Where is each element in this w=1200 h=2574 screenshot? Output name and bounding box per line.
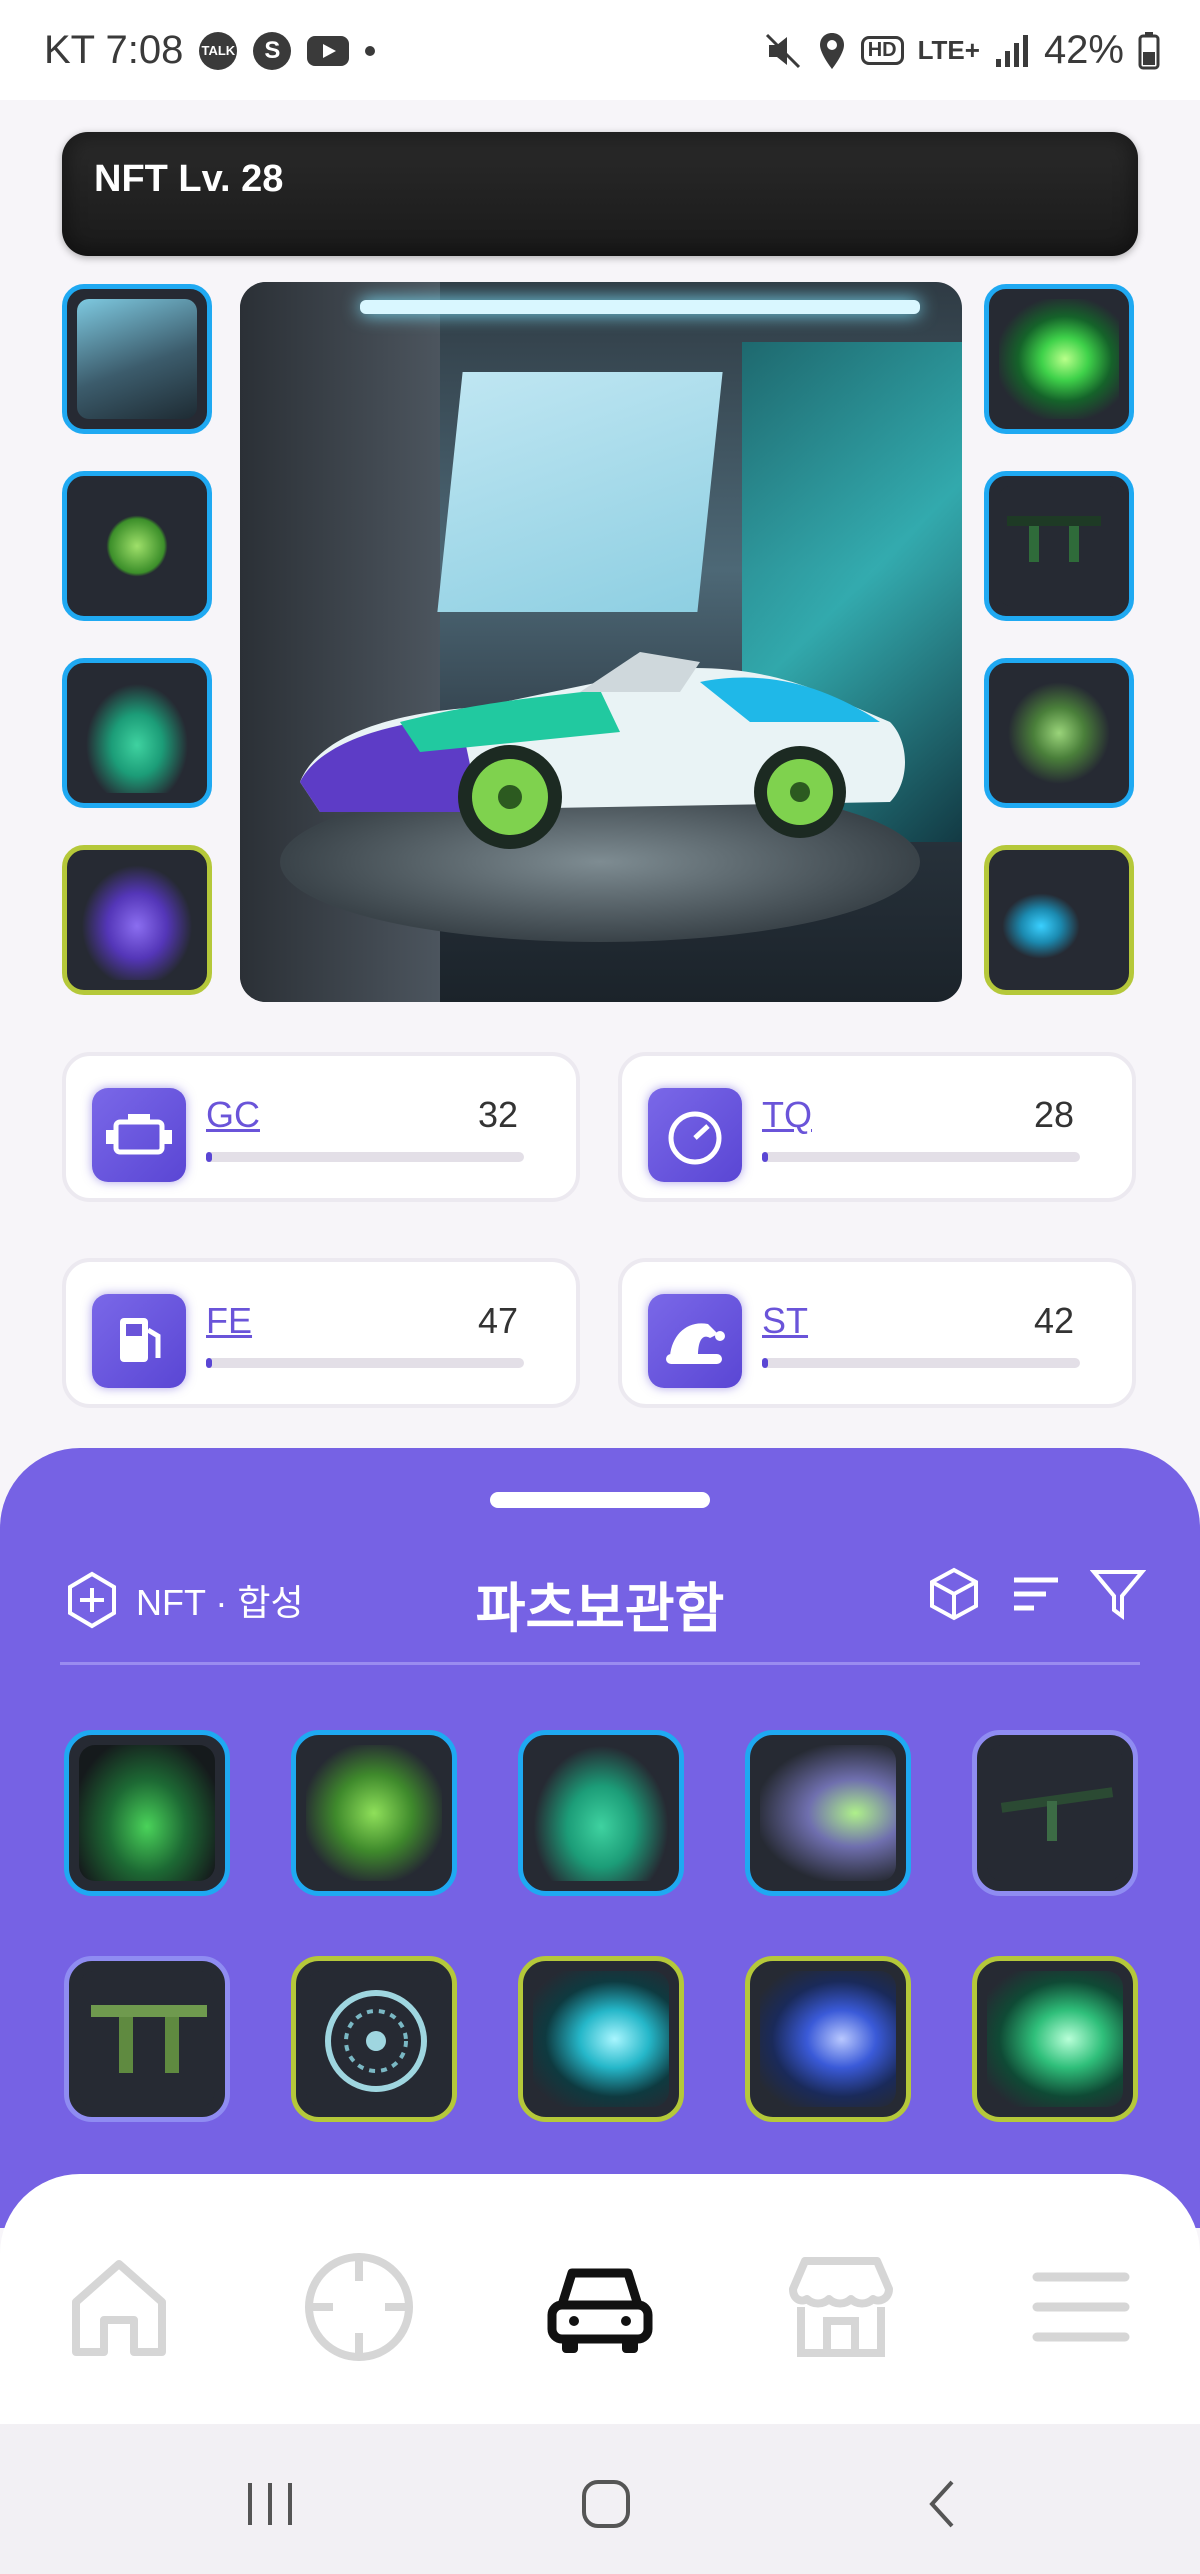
tab-garage[interactable] <box>535 2242 665 2372</box>
add-hexagon-icon <box>68 1571 116 1629</box>
battery-icon <box>1138 31 1160 69</box>
tab-menu[interactable] <box>1016 2242 1146 2372</box>
youtube-icon <box>307 35 350 66</box>
stat-card-st[interactable]: ST 42 <box>618 1258 1136 1408</box>
kakaotalk-icon: TALK <box>199 31 238 70</box>
car-icon <box>547 2268 653 2353</box>
home-circle-icon <box>582 2480 630 2528</box>
tab-store[interactable] <box>776 2242 906 2372</box>
equipped-slot-garage[interactable] <box>62 284 212 434</box>
signal-icon <box>995 34 1028 67</box>
stat-value-tq: 28 <box>1033 1094 1074 1135</box>
stat-label-tq[interactable]: TQ <box>762 1094 812 1136</box>
home-icon <box>72 2260 166 2356</box>
hat-icon <box>648 1294 742 1388</box>
inventory-item-spoiler[interactable] <box>972 1730 1138 1896</box>
speedometer-icon <box>648 1088 742 1182</box>
stat-bar-gc <box>206 1152 524 1162</box>
menu-icon <box>1032 2272 1130 2342</box>
recent-apps-button[interactable] <box>230 2464 310 2544</box>
stat-bar-st <box>762 1358 1080 1368</box>
location-icon <box>819 32 844 69</box>
sort-icon[interactable] <box>1010 1568 1062 1620</box>
inventory-item-garage[interactable] <box>64 1730 230 1896</box>
bottom-tab-bar <box>0 2174 1200 2424</box>
sheet-drag-handle[interactable] <box>490 1492 710 1508</box>
home-button[interactable] <box>566 2464 646 2544</box>
inventory-item-spoiler-mount[interactable] <box>64 1956 230 2122</box>
tab-home[interactable] <box>54 2242 184 2372</box>
status-bar: KT 7:08 TALK S HD LTE+ 42% <box>0 0 1200 100</box>
cube-icon[interactable] <box>926 1566 982 1622</box>
inventory-item-boost-blue[interactable] <box>745 1956 911 2122</box>
stat-label-fe[interactable]: FE <box>206 1300 252 1342</box>
stat-bar-fe <box>206 1358 524 1368</box>
car-preview-image <box>240 282 962 1002</box>
carrier-time: KT 7:08 <box>44 28 184 72</box>
parts-storage-sheet: 파츠보관함 NFT · 합성 <box>0 1448 1200 2228</box>
stat-card-fe[interactable]: FE 47 <box>62 1258 580 1408</box>
fuel-icon <box>92 1294 186 1388</box>
tab-explore[interactable] <box>294 2242 424 2372</box>
nft-level-label: NFT Lv. 28 <box>94 158 284 200</box>
filter-icon[interactable] <box>1090 1566 1146 1622</box>
stat-label-gc[interactable]: GC <box>206 1094 260 1136</box>
system-navigation-bar <box>0 2424 1200 2574</box>
s-app-icon: S <box>253 31 292 70</box>
stat-label-st[interactable]: ST <box>762 1300 808 1342</box>
inventory-item-boost[interactable] <box>745 1730 911 1896</box>
stat-value-gc: 32 <box>477 1094 518 1135</box>
inventory-item-bumper[interactable] <box>291 1730 457 1896</box>
equipped-slot-wheel[interactable] <box>62 471 212 621</box>
nft-merge-button[interactable]: NFT · 합성 <box>62 1570 304 1630</box>
engine-icon <box>92 1088 186 1182</box>
inventory-item-boost-cyan[interactable] <box>518 1956 684 2122</box>
equipped-slot-spoiler[interactable] <box>984 471 1134 621</box>
nft-level-bar: NFT Lv. 28 <box>62 132 1138 256</box>
inventory-item-boost-green[interactable] <box>972 1956 1138 2122</box>
stat-card-gc[interactable]: GC 32 <box>62 1052 580 1202</box>
equipped-slot-engine[interactable] <box>984 658 1134 808</box>
hd-voice-icon: HD <box>860 36 904 65</box>
crosshair-icon <box>305 2253 413 2361</box>
mute-icon <box>765 33 800 68</box>
equipped-slot-body[interactable] <box>62 658 212 808</box>
stat-value-fe: 47 <box>477 1300 518 1341</box>
store-icon <box>789 2257 893 2357</box>
back-icon <box>929 2480 954 2528</box>
inventory-item-wheel[interactable] <box>291 1956 457 2122</box>
nft-merge-label: NFT · 합성 <box>136 1582 304 1623</box>
equipped-slot-bumper[interactable] <box>62 845 212 995</box>
more-notifications-icon <box>365 45 376 56</box>
sheet-divider <box>60 1662 1140 1665</box>
stat-card-tq[interactable]: TQ 28 <box>618 1052 1136 1202</box>
equipped-slot-mirror[interactable] <box>984 845 1134 995</box>
stat-value-st: 42 <box>1033 1300 1074 1341</box>
recent-apps-icon <box>248 2483 292 2525</box>
sheet-header: 파츠보관함 NFT · 합성 <box>0 1548 1200 1639</box>
stat-bar-tq <box>762 1152 1080 1162</box>
equipped-slot-boost[interactable] <box>984 284 1134 434</box>
inventory-item-body[interactable] <box>518 1730 684 1896</box>
battery-percent: 42% <box>1043 28 1124 72</box>
network-type: LTE+ <box>917 35 980 65</box>
back-button[interactable] <box>902 2464 982 2544</box>
